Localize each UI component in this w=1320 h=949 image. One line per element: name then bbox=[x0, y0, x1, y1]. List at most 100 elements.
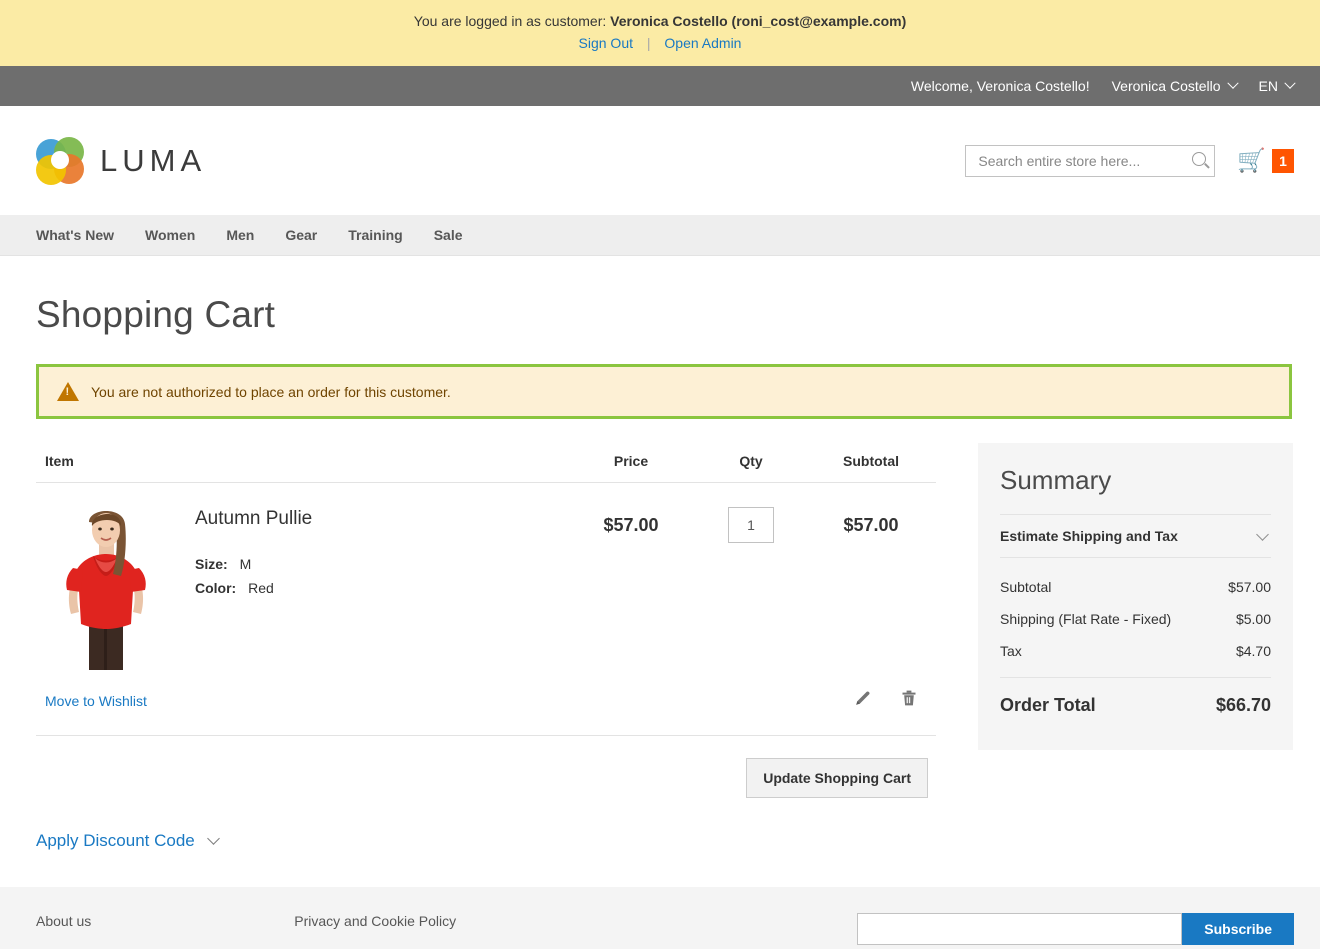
chevron-down-icon bbox=[206, 832, 220, 845]
link-separator: | bbox=[646, 35, 651, 51]
nav-item-sale[interactable]: Sale bbox=[434, 227, 463, 243]
item-subtotal: $57.00 bbox=[843, 515, 899, 535]
item-details-cell: Autumn Pullie Size: M Color: Red bbox=[36, 483, 566, 670]
total-label: Shipping (Flat Rate - Fixed) bbox=[1000, 611, 1172, 627]
option-label: Color: bbox=[195, 580, 237, 596]
total-value: $4.70 bbox=[1235, 643, 1271, 659]
cart-items-table: Item Price Qty Subtotal Autumn Pullie Si… bbox=[36, 443, 936, 736]
total-line-shipping: Shipping (Flat Rate - Fixed) $5.00 bbox=[1000, 603, 1271, 635]
discount-code-block[interactable]: Apply Discount Code bbox=[36, 798, 936, 851]
option-label: Size: bbox=[195, 556, 228, 572]
newsletter-email-input[interactable] bbox=[857, 913, 1183, 945]
order-total-value: $66.70 bbox=[1215, 695, 1271, 715]
total-line-subtotal: Subtotal $57.00 bbox=[1000, 571, 1271, 603]
warning-icon bbox=[57, 382, 79, 401]
item-actions-cell: Move to Wishlist bbox=[36, 670, 936, 736]
message-highlight-outline: You are not authorized to place an order… bbox=[36, 364, 1292, 419]
total-label: Tax bbox=[1000, 643, 1022, 659]
move-to-wishlist-link[interactable]: Move to Wishlist bbox=[45, 693, 147, 709]
edit-item-icon[interactable] bbox=[853, 688, 873, 713]
page-title: Shopping Cart bbox=[36, 294, 276, 335]
minicart-button[interactable]: 🛒 1 bbox=[1237, 147, 1294, 173]
cart-footer-actions: Update Shopping Cart bbox=[36, 736, 936, 798]
estimate-shipping-and-tax-toggle[interactable]: Estimate Shipping and Tax bbox=[1000, 514, 1271, 558]
nav-item-women[interactable]: Women bbox=[145, 227, 195, 243]
option-value: M bbox=[239, 556, 252, 572]
order-total-row: Order Total $66.70 bbox=[1000, 677, 1271, 716]
summary-title: Summary bbox=[1000, 465, 1112, 495]
search-box bbox=[965, 144, 1216, 177]
welcome-message: Welcome, Veronica Costello! bbox=[910, 78, 1090, 94]
warning-message-text: You are not authorized to place an order… bbox=[91, 383, 451, 400]
footer-link-privacy-policy[interactable]: Privacy and Cookie Policy bbox=[294, 913, 456, 929]
sign-out-link[interactable]: Sign Out bbox=[579, 35, 633, 51]
footer-link-about-us[interactable]: About us bbox=[36, 913, 91, 929]
qty-input[interactable] bbox=[728, 507, 774, 543]
logo-text: LUMA bbox=[100, 142, 207, 178]
site-header: LUMA 🛒 1 bbox=[0, 106, 1320, 215]
product-thumbnail[interactable] bbox=[45, 502, 167, 670]
product-option-color: Color: Red bbox=[195, 580, 312, 596]
product-option-size: Size: M bbox=[195, 556, 312, 572]
item-actions-row: Move to Wishlist bbox=[36, 670, 936, 736]
column-header-qty: Qty bbox=[696, 443, 806, 483]
apply-discount-code-label: Apply Discount Code bbox=[36, 831, 195, 850]
option-value: Red bbox=[248, 580, 274, 596]
nav-item-whats-new[interactable]: What's New bbox=[36, 227, 114, 243]
update-shopping-cart-button[interactable]: Update Shopping Cart bbox=[746, 758, 928, 798]
search-input[interactable] bbox=[965, 144, 1216, 177]
chevron-down-icon bbox=[1256, 527, 1269, 541]
logo-link[interactable]: LUMA bbox=[36, 136, 207, 185]
open-admin-link[interactable]: Open Admin bbox=[664, 35, 741, 51]
panel-header: Welcome, Veronica Costello! Veronica Cos… bbox=[0, 66, 1320, 106]
cart-table-header-row: Item Price Qty Subtotal bbox=[36, 443, 936, 483]
cart-table-body: Autumn Pullie Size: M Color: Red $57.00 … bbox=[36, 483, 936, 736]
cart-layout: Item Price Qty Subtotal Autumn Pullie Si… bbox=[36, 443, 1294, 851]
column-header-price: Price bbox=[566, 443, 696, 483]
totals-list: Subtotal $57.00 Shipping (Flat Rate - Fi… bbox=[1000, 558, 1271, 716]
remove-item-icon[interactable] bbox=[899, 688, 919, 713]
cart-table-head: Item Price Qty Subtotal bbox=[36, 443, 936, 483]
total-value: $57.00 bbox=[1228, 579, 1271, 595]
estimate-shipping-label: Estimate Shipping and Tax bbox=[1000, 528, 1178, 544]
search-icon[interactable] bbox=[1192, 151, 1207, 166]
page-content: Shopping Cart You are not authorized to … bbox=[0, 294, 1320, 851]
newsletter-signup: Subscribe bbox=[857, 913, 1294, 945]
cart-icon: 🛒 bbox=[1237, 147, 1266, 173]
impersonation-banner: You are logged in as customer: Veronica … bbox=[0, 0, 1320, 66]
nav-item-gear[interactable]: Gear bbox=[285, 227, 317, 243]
item-price: $57.00 bbox=[603, 515, 659, 535]
language-switcher[interactable]: EN bbox=[1258, 77, 1296, 94]
column-header-item: Item bbox=[36, 443, 566, 483]
impersonation-links: Sign Out | Open Admin bbox=[0, 34, 1320, 53]
total-value: $5.00 bbox=[1235, 611, 1271, 627]
cart-count-badge: 1 bbox=[1272, 148, 1294, 173]
site-footer: About us Privacy and Cookie Policy Subsc… bbox=[0, 887, 1320, 949]
impersonation-customer: Veronica Costello (roni_cost@example.com… bbox=[610, 13, 907, 29]
table-row: Autumn Pullie Size: M Color: Red $57.00 … bbox=[36, 483, 936, 671]
impersonation-message: You are logged in as customer: Veronica … bbox=[0, 12, 1320, 31]
column-header-subtotal: Subtotal bbox=[806, 443, 936, 483]
account-switcher[interactable]: Veronica Costello bbox=[1111, 77, 1239, 94]
item-action-icons bbox=[853, 688, 927, 713]
luma-logo-icon bbox=[36, 136, 84, 185]
impersonation-prefix: You are logged in as customer: bbox=[413, 13, 607, 29]
newsletter-subscribe-button[interactable]: Subscribe bbox=[1182, 913, 1294, 945]
total-line-tax: Tax $4.70 bbox=[1000, 635, 1271, 667]
account-switcher-label: Veronica Costello bbox=[1111, 78, 1221, 94]
cart-items-section: Item Price Qty Subtotal Autumn Pullie Si… bbox=[36, 443, 936, 851]
nav-item-men[interactable]: Men bbox=[226, 227, 254, 243]
header-right-tools: 🛒 1 bbox=[965, 144, 1294, 177]
product-name-link[interactable]: Autumn Pullie bbox=[195, 508, 312, 530]
nav-item-training[interactable]: Training bbox=[348, 227, 402, 243]
warning-message: You are not authorized to place an order… bbox=[39, 367, 1289, 416]
chevron-down-icon bbox=[1226, 77, 1239, 89]
item-info: Autumn Pullie Size: M Color: Red bbox=[167, 502, 312, 604]
chevron-down-icon bbox=[1284, 77, 1296, 89]
order-total-label: Order Total bbox=[1000, 695, 1096, 715]
order-summary-panel: Summary Estimate Shipping and Tax Subtot… bbox=[978, 443, 1293, 750]
item-qty-cell bbox=[696, 483, 806, 671]
main-navigation: What's New Women Men Gear Training Sale bbox=[0, 215, 1320, 256]
language-switcher-label: EN bbox=[1258, 78, 1278, 94]
total-label: Subtotal bbox=[1000, 579, 1052, 595]
